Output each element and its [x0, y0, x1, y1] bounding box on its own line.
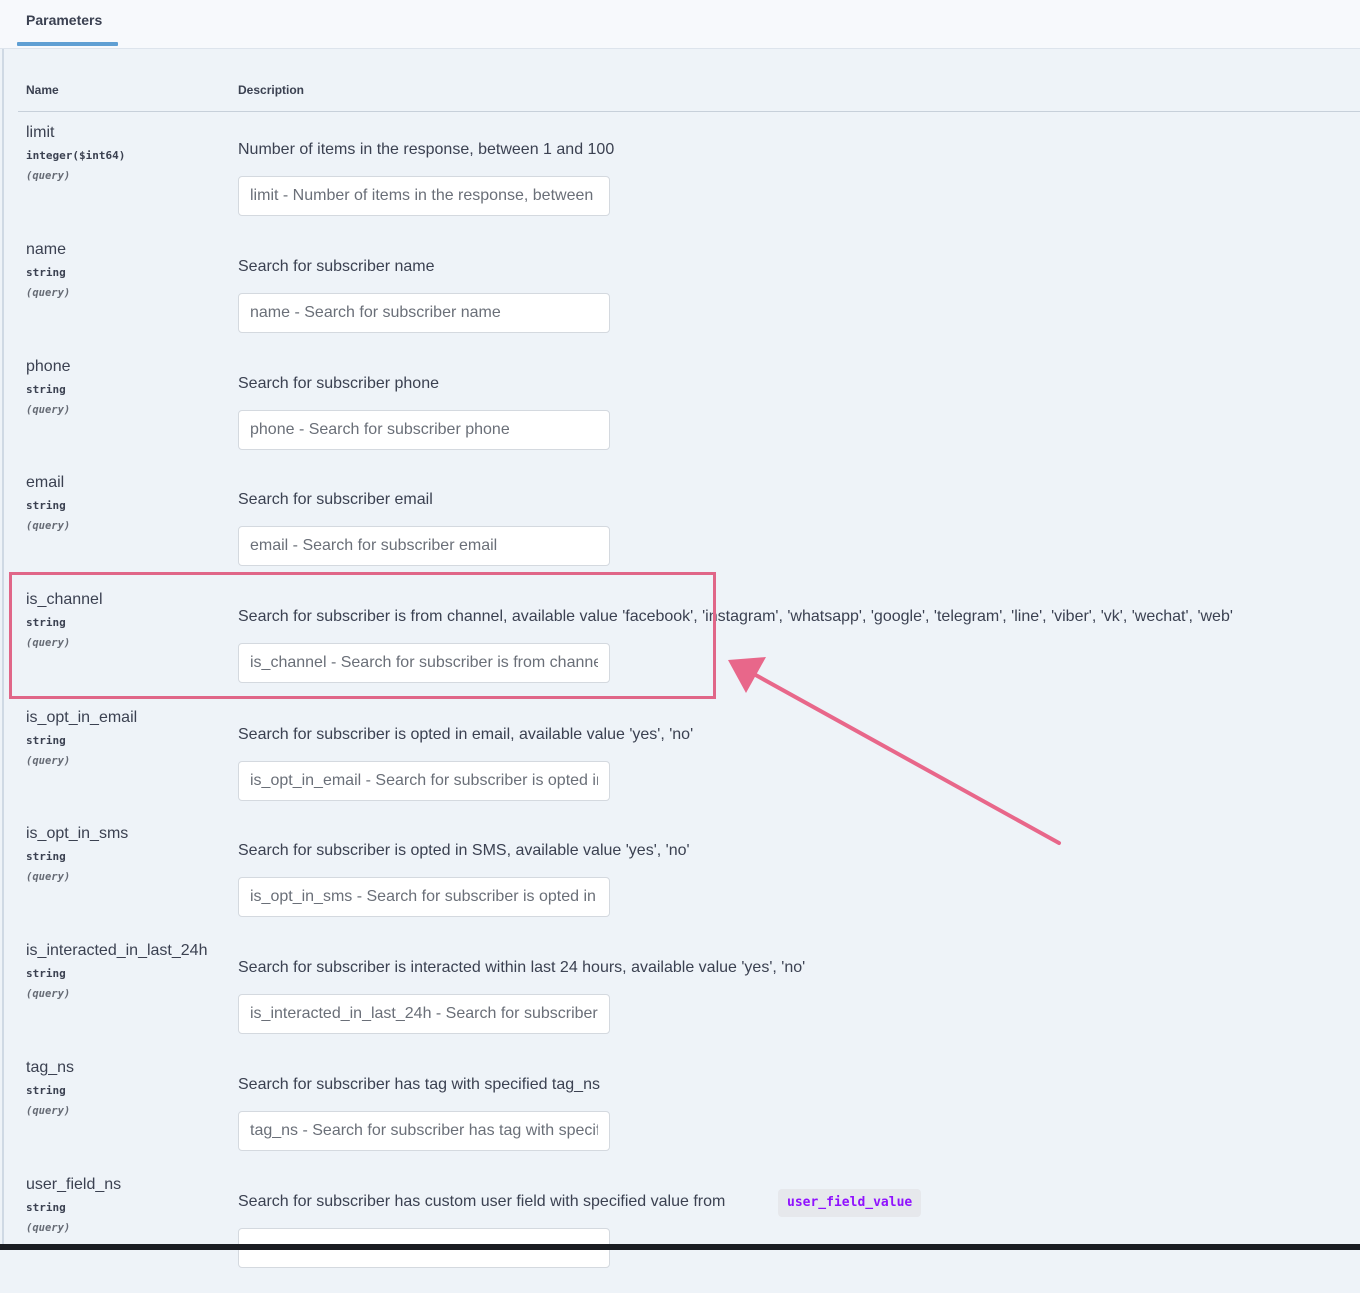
parameter-name: is_interacted_in_last_24h [26, 942, 208, 959]
parameter-location: (query) [26, 1105, 71, 1117]
parameter-description: Search for subscriber is interacted with… [238, 959, 806, 976]
header-divider [18, 111, 1360, 112]
parameter-row-is-opt-in-email: is_opt_in_email string (query) Search fo… [0, 709, 1360, 826]
parameter-row-is-interacted: is_interacted_in_last_24h string (query)… [0, 942, 1360, 1059]
parameter-name: tag_ns [26, 1059, 75, 1076]
parameter-row-tag-ns: tag_ns string (query) Search for subscri… [0, 1059, 1360, 1176]
bottom-edge [0, 1244, 1360, 1250]
parameter-row-phone: phone string (query) Search for subscrib… [0, 358, 1360, 475]
parameter-type: string [26, 734, 66, 747]
parameter-type: integer($int64) [26, 149, 126, 162]
parameter-name: email [26, 474, 65, 491]
limit-input[interactable] [238, 176, 610, 216]
tab-parameters[interactable]: Parameters [26, 12, 102, 28]
parameter-location: (query) [26, 520, 71, 532]
parameter-type: string [26, 499, 66, 512]
parameters-tab-bar: Parameters [0, 0, 1360, 49]
parameter-description: Number of items in the response, between… [238, 141, 615, 158]
parameter-location: (query) [26, 170, 71, 182]
column-header-description: Description [238, 83, 305, 97]
parameter-description: Search for subscriber is opted in SMS, a… [238, 842, 690, 859]
parameter-description: Search for subscriber name [238, 258, 435, 275]
parameter-location: (query) [26, 988, 71, 1000]
name-input[interactable] [238, 293, 610, 333]
parameter-location: (query) [26, 755, 71, 767]
parameter-name: limit [26, 124, 55, 141]
parameter-type: string [26, 1084, 66, 1097]
phone-input[interactable] [238, 410, 610, 450]
highlight-box [9, 572, 716, 699]
parameter-description: Search for subscriber has tag with speci… [238, 1076, 600, 1093]
code-chip-user-field-value: user_field_value [778, 1189, 922, 1217]
parameter-location: (query) [26, 287, 71, 299]
parameter-name: phone [26, 358, 71, 375]
parameter-location: (query) [26, 404, 71, 416]
parameter-name: is_opt_in_email [26, 709, 138, 726]
parameter-type: string [26, 850, 66, 863]
tag-ns-input[interactable] [238, 1111, 610, 1151]
parameter-row-is-opt-in-sms: is_opt_in_sms string (query) Search for … [0, 825, 1360, 942]
is-opt-in-email-input[interactable] [238, 761, 610, 801]
parameter-row-limit: limit integer($int64) (query) Number of … [0, 124, 1360, 241]
parameter-name: is_opt_in_sms [26, 825, 129, 842]
parameter-type: string [26, 383, 66, 396]
tab-active-indicator [17, 42, 118, 46]
is-interacted-input[interactable] [238, 994, 610, 1034]
column-header-name: Name [26, 83, 59, 97]
email-input[interactable] [238, 526, 610, 566]
parameter-description: Search for subscriber phone [238, 375, 439, 392]
parameter-description: Search for subscriber has custom user fi… [238, 1193, 726, 1210]
parameter-row-user-field-ns: user_field_ns string (query) Search for … [0, 1176, 1360, 1293]
parameter-description: Search for subscriber email [238, 491, 433, 508]
parameter-type: string [26, 1201, 66, 1214]
parameter-location: (query) [26, 871, 71, 883]
parameter-name: name [26, 241, 67, 258]
parameter-location: (query) [26, 1222, 71, 1234]
parameter-row-name: name string (query) Search for subscribe… [0, 241, 1360, 358]
parameter-description: Search for subscriber is opted in email,… [238, 726, 694, 743]
parameter-name: user_field_ns [26, 1176, 122, 1193]
parameter-type: string [26, 967, 66, 980]
is-opt-in-sms-input[interactable] [238, 877, 610, 917]
parameter-type: string [26, 266, 66, 279]
